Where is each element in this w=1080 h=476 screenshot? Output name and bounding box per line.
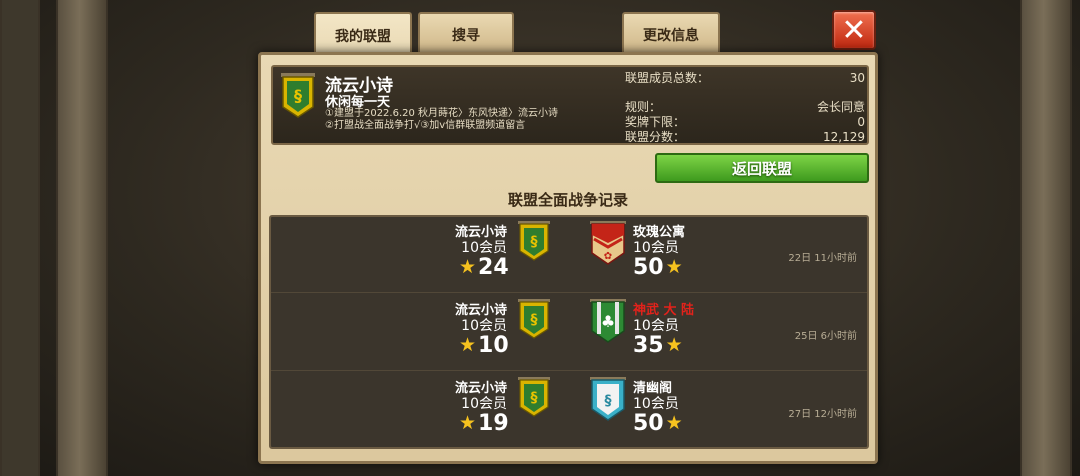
alliance-panel: § 流云小诗 休闲每一天 ①建盟于2022.6.20 秋月蒔花〉东风快递〉流云小… bbox=[258, 52, 878, 464]
svg-text:§: § bbox=[605, 393, 612, 409]
left-score-value: 19 bbox=[478, 411, 509, 436]
alliance-banner-icon: § bbox=[517, 221, 551, 265]
svg-text:§: § bbox=[531, 234, 538, 250]
svg-text:♣: ♣ bbox=[601, 312, 615, 331]
right-score-value: 50 bbox=[633, 411, 664, 436]
left-score-value: 24 bbox=[478, 255, 509, 280]
star-icon: ★ bbox=[459, 334, 477, 356]
right-member-count: 10会员 bbox=[633, 396, 679, 412]
war-record-row: 流云小诗 10会员 ★ 19 § § 清幽阁 10会员 50 ★ 27日 12小… bbox=[271, 373, 867, 447]
medal-label: 奖牌下限： bbox=[625, 115, 686, 129]
record-time: 27日 12小时前 bbox=[788, 409, 857, 420]
left-score: ★ 24 bbox=[459, 255, 509, 280]
score-label: 联盟分数： bbox=[625, 130, 686, 144]
star-icon: ★ bbox=[459, 412, 477, 434]
left-score: ★ 10 bbox=[459, 333, 509, 358]
close-icon: ✕ bbox=[841, 12, 867, 48]
tab-edit-info[interactable]: 更改信息 bbox=[622, 12, 720, 56]
record-time: 22日 11小时前 bbox=[788, 253, 857, 264]
left-edge-wall bbox=[0, 0, 40, 476]
star-icon: ★ bbox=[665, 256, 683, 278]
members-value: 30 bbox=[849, 71, 865, 85]
left-member-count: 10会员 bbox=[461, 240, 507, 256]
dragon-banner-icon: § bbox=[589, 377, 627, 425]
right-score: 35 ★ bbox=[633, 333, 683, 358]
alliance-banner-icon: § bbox=[279, 73, 317, 123]
war-records-title: 联盟全面战争记录 bbox=[507, 191, 628, 209]
right-pillar bbox=[1020, 0, 1072, 476]
left-member-count: 10会员 bbox=[461, 396, 507, 412]
record-time: 25日 6小时前 bbox=[794, 331, 857, 342]
star-icon: ★ bbox=[665, 334, 683, 356]
right-member-count: 10会员 bbox=[633, 318, 679, 334]
left-score-value: 10 bbox=[478, 333, 509, 358]
star-icon: ★ bbox=[665, 412, 683, 434]
rule-label: 规则： bbox=[625, 100, 662, 114]
medal-value: 0 bbox=[857, 115, 865, 129]
left-member-count: 10会员 bbox=[461, 318, 507, 334]
svg-text:✿: ✿ bbox=[604, 251, 612, 262]
alliance-stats: 联盟成员总数： 30 规则： 会长同意 奖牌下限： 0 联盟分数： 12,129 bbox=[625, 71, 865, 145]
close-button[interactable]: ✕ bbox=[832, 10, 876, 50]
clover-banner-icon: ♣ bbox=[589, 299, 627, 347]
alliance-banner-icon: § bbox=[517, 377, 551, 421]
svg-text:§: § bbox=[531, 312, 538, 328]
alliance-description: ①建盟于2022.6.20 秋月蒔花〉东风快递〉流云小诗 ②打盟战全面战争打√③… bbox=[325, 108, 559, 131]
star-icon: ★ bbox=[459, 256, 477, 278]
rule-value: 会长同意 bbox=[816, 100, 865, 114]
right-member-count: 10会员 bbox=[633, 240, 679, 256]
rose-banner-icon: ✿ bbox=[589, 221, 627, 269]
left-score: ★ 19 bbox=[459, 411, 509, 436]
right-score-value: 35 bbox=[633, 333, 664, 358]
alliance-banner-icon: § bbox=[517, 299, 551, 343]
war-record-row: 流云小诗 10会员 ★ 10 § ♣ 神武 大 陆 10会员 35 ★ 25日 … bbox=[271, 295, 867, 371]
left-pillar bbox=[56, 0, 108, 476]
tab-search[interactable]: 搜寻 bbox=[418, 12, 514, 56]
war-record-row: 流云小诗 10会员 ★ 24 § ✿ 玫瑰公寓 10会员 50 ★ 22日 11… bbox=[271, 217, 867, 293]
members-label: 联盟成员总数： bbox=[625, 71, 710, 85]
right-score: 50 ★ bbox=[633, 411, 683, 436]
alliance-info-box: § 流云小诗 休闲每一天 ①建盟于2022.6.20 秋月蒔花〉东风快递〉流云小… bbox=[271, 65, 869, 145]
svg-text:§: § bbox=[294, 86, 302, 105]
return-alliance-button[interactable]: 返回联盟 bbox=[655, 153, 869, 183]
right-score-value: 50 bbox=[633, 255, 664, 280]
war-records-list[interactable]: 流云小诗 10会员 ★ 24 § ✿ 玫瑰公寓 10会员 50 ★ 22日 11… bbox=[269, 215, 869, 449]
right-score: 50 ★ bbox=[633, 255, 683, 280]
score-value: 12,129 bbox=[823, 130, 865, 144]
svg-text:§: § bbox=[531, 390, 538, 406]
